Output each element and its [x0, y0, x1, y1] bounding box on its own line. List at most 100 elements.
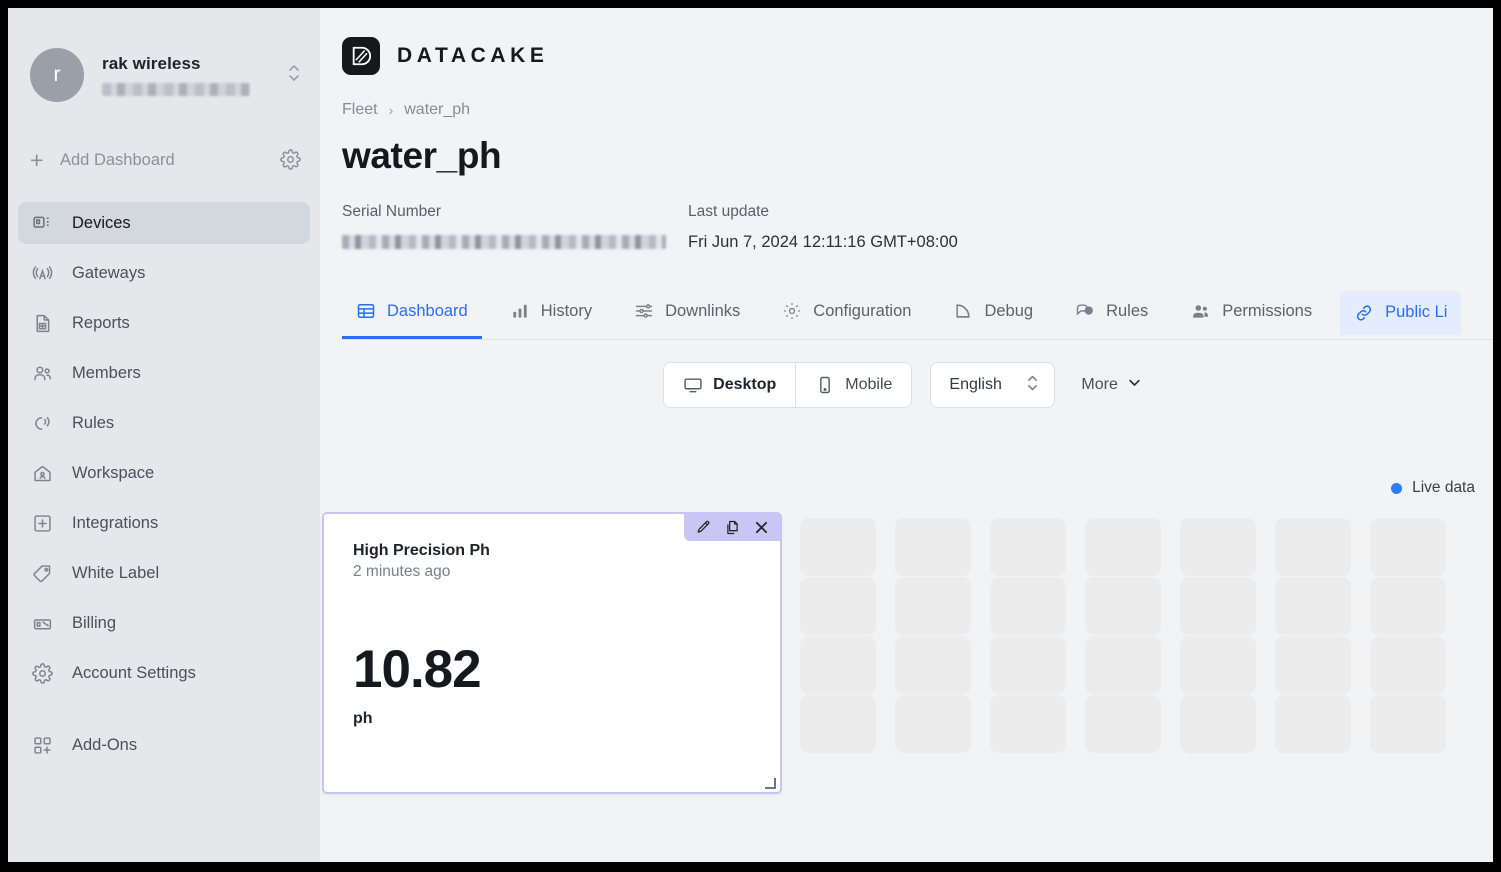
tab-downlinks[interactable]: Downlinks — [620, 286, 754, 339]
tab-debug[interactable]: Debug — [939, 286, 1047, 339]
sidebar-item-label: Billing — [72, 613, 117, 632]
tab-label: Downlinks — [665, 301, 741, 320]
device-meta: Serial Number Last update Fri Jun 7, 202… — [320, 177, 1493, 252]
sidebar-item-label: Account Settings — [72, 663, 196, 682]
users-icon — [32, 362, 58, 384]
tab-permissions[interactable]: Permissions — [1176, 286, 1326, 339]
chat-bubble-icon — [1075, 301, 1095, 321]
widget-toolbar — [684, 514, 780, 541]
dashboard-toolbar: Desktop Mobile English More — [320, 362, 1493, 408]
grid-cell — [1085, 695, 1180, 768]
live-data-label: Live data — [1412, 479, 1475, 496]
widget-resize-handle[interactable] — [765, 778, 776, 789]
last-update-block: Last update Fri Jun 7, 2024 12:11:16 GMT… — [688, 203, 958, 252]
sidebar-item-rules[interactable]: Rules — [18, 402, 310, 444]
widget-unit: ph — [353, 710, 373, 727]
sidebar-item-label: Devices — [72, 213, 131, 232]
rules-bell-icon — [32, 412, 58, 434]
tab-configuration[interactable]: Configuration — [768, 286, 925, 339]
antenna-icon — [32, 262, 58, 284]
more-label: More — [1081, 376, 1118, 393]
view-mode-label: Desktop — [713, 376, 777, 393]
tab-rules[interactable]: Rules — [1061, 286, 1162, 339]
monitor-icon — [683, 375, 703, 395]
tab-history[interactable]: History — [496, 286, 606, 339]
close-icon[interactable] — [753, 519, 770, 536]
grid-cell — [1180, 695, 1275, 768]
sidebar-item-label: Reports — [72, 313, 130, 332]
sidebar-item-gateways[interactable]: Gateways — [18, 252, 310, 294]
view-mode-desktop-button[interactable]: Desktop — [664, 363, 796, 407]
sidebar-item-add-ons[interactable]: Add-Ons — [18, 724, 310, 766]
device-tabs: Dashboard History Downlinks Configuratio… — [342, 286, 1493, 340]
live-data-indicator: Live data — [1391, 479, 1475, 497]
sidebar-item-white-label[interactable]: White Label — [18, 552, 310, 594]
view-mode-segmented-control: Desktop Mobile — [663, 362, 913, 408]
chevron-up-down-icon — [1025, 371, 1040, 400]
sidebar-item-label: Add-Ons — [72, 735, 138, 754]
sidebar: r rak wireless + Add Dashboard Devices G… — [8, 8, 320, 862]
sidebar-item-label: Integrations — [72, 513, 159, 532]
sidebar-item-label: Gateways — [72, 263, 146, 282]
sidebar-item-label: Members — [72, 363, 141, 382]
datacake-wordmark: DATACAKE — [397, 44, 549, 67]
grid-cell — [895, 695, 990, 768]
invoice-icon — [32, 612, 58, 634]
last-update-value: Fri Jun 7, 2024 12:11:16 GMT+08:00 — [688, 233, 958, 251]
sidebar-item-account-settings[interactable]: Account Settings — [18, 652, 310, 694]
view-mode-mobile-button[interactable]: Mobile — [795, 363, 912, 407]
document-icon — [32, 312, 58, 334]
sidebar-item-workspace[interactable]: Workspace — [18, 452, 310, 494]
serial-number-block: Serial Number — [342, 203, 688, 252]
grid-cell — [990, 695, 1085, 768]
brand-header: DATACAKE — [320, 8, 1493, 75]
grid-plus-icon — [32, 734, 58, 756]
users-icon — [1190, 301, 1211, 322]
tab-label: Permissions — [1222, 301, 1313, 320]
sidebar-item-reports[interactable]: Reports — [18, 302, 310, 344]
account-switcher[interactable]: r rak wireless — [8, 8, 320, 112]
bar-chart-icon — [510, 301, 530, 321]
live-dot-icon — [1391, 482, 1403, 494]
add-dashboard-button[interactable]: + Add Dashboard — [30, 140, 302, 180]
breadcrumb-root[interactable]: Fleet — [342, 101, 378, 119]
sidebar-item-label: Rules — [72, 413, 115, 432]
avatar-initial: r — [53, 63, 61, 86]
widget-timestamp: 2 minutes ago — [353, 563, 451, 580]
grid-cell — [1275, 695, 1370, 768]
breadcrumb-current[interactable]: water_ph — [404, 101, 470, 119]
sidebar-item-integrations[interactable]: Integrations — [18, 502, 310, 544]
more-dropdown[interactable]: More — [1073, 375, 1149, 395]
sidebar-item-billing[interactable]: Billing — [18, 602, 310, 644]
tab-dashboard[interactable]: Dashboard — [342, 286, 482, 339]
tab-label: Dashboard — [387, 301, 468, 320]
avatar: r — [30, 48, 84, 102]
page-title: water_ph — [342, 135, 502, 176]
sidebar-item-devices[interactable]: Devices — [18, 202, 310, 244]
tab-label: Configuration — [813, 301, 912, 320]
chevron-up-down-icon[interactable] — [278, 60, 302, 91]
view-mode-label: Mobile — [845, 376, 893, 393]
tab-label: Public Li — [1385, 303, 1448, 321]
tag-icon — [32, 562, 58, 584]
language-select[interactable]: English — [930, 362, 1056, 408]
widget-body: High Precision Ph 2 minutes ago 10.82 ph — [324, 514, 780, 728]
sidebar-nav: Devices Gateways Reports Members Rules W… — [8, 202, 320, 766]
sidebar-item-label: White Label — [72, 563, 160, 582]
smartphone-icon — [815, 375, 835, 395]
edit-icon[interactable] — [695, 519, 712, 536]
language-value: English — [949, 376, 1002, 393]
gear-icon[interactable] — [280, 149, 302, 171]
widget-card[interactable]: High Precision Ph 2 minutes ago 10.82 ph — [322, 512, 782, 794]
serial-number-label: Serial Number — [342, 203, 442, 220]
sliders-icon — [634, 301, 654, 321]
gear-icon — [32, 662, 58, 684]
grid-cell — [1370, 695, 1465, 768]
app-window: r rak wireless + Add Dashboard Devices G… — [8, 8, 1493, 862]
table-icon — [356, 301, 376, 321]
sidebar-item-members[interactable]: Members — [18, 352, 310, 394]
tab-public-link[interactable]: Public Li — [1340, 290, 1462, 335]
duplicate-icon[interactable] — [724, 519, 741, 536]
tab-label: Debug — [984, 301, 1034, 320]
plus-icon: + — [30, 146, 44, 173]
